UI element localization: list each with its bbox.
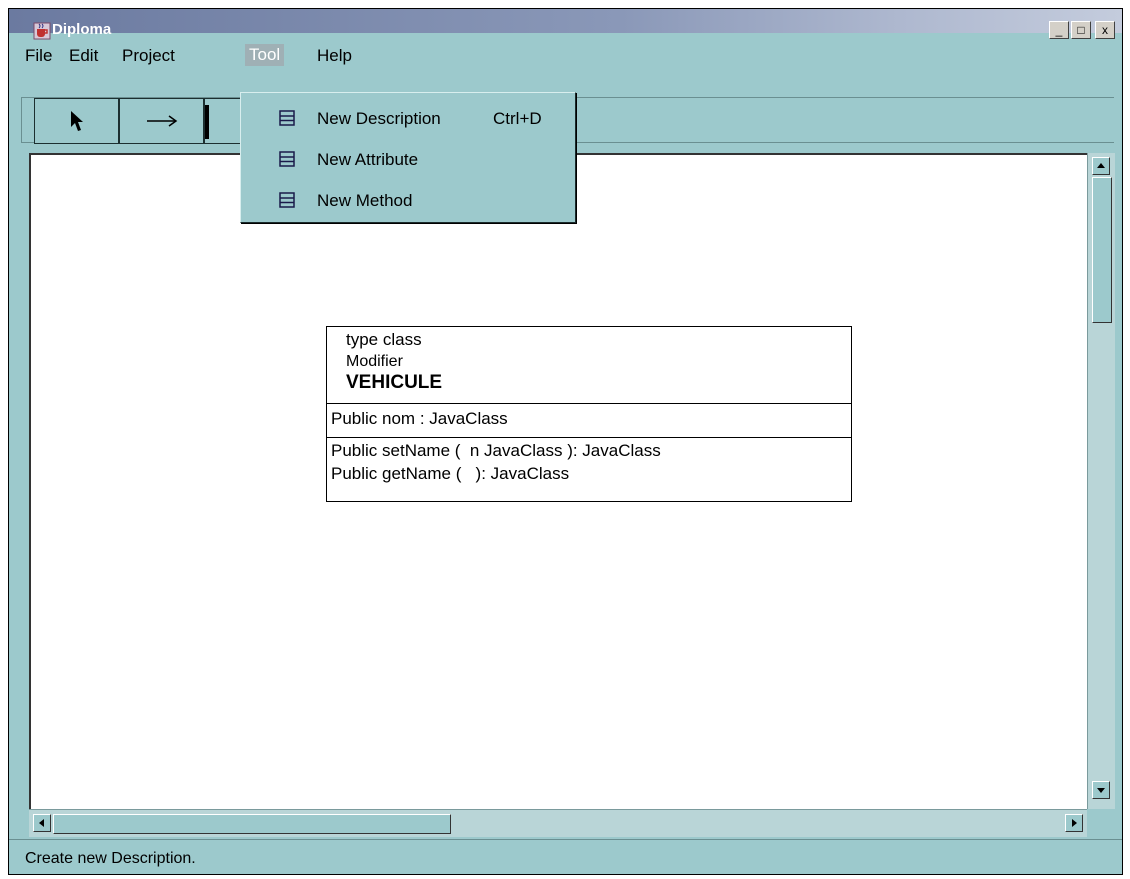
menu-file[interactable]: File (25, 46, 52, 66)
window-title: Diploma (52, 21, 112, 38)
uml-method: Public setName ( n JavaClass ): JavaClas… (331, 441, 661, 460)
list-icon (279, 192, 295, 208)
scroll-up-button[interactable] (1092, 157, 1110, 175)
uml-modifier-line: Modifier (346, 353, 403, 370)
right-arrow-icon (146, 115, 177, 127)
horizontal-scroll-thumb[interactable] (53, 814, 451, 834)
uml-class-name: VEHICULE (346, 372, 443, 393)
vertical-scrollbar[interactable] (1087, 153, 1115, 809)
maximize-button[interactable]: □ (1071, 21, 1091, 39)
scroll-down-button[interactable] (1092, 781, 1110, 799)
class-tool-button[interactable] (204, 98, 244, 144)
triangle-right-icon (1072, 819, 1077, 827)
menu-project[interactable]: Project (122, 46, 175, 66)
close-button[interactable]: x (1095, 21, 1115, 39)
uml-methods-section: Public setName ( n JavaClass ): JavaClas… (327, 438, 851, 502)
scroll-left-button[interactable] (33, 814, 51, 832)
triangle-down-icon (1097, 788, 1105, 793)
menu-bar: File Edit Project Tool Help (9, 41, 1122, 67)
uml-attribute: Public nom : JavaClass (331, 409, 508, 428)
uml-type-line: type class (346, 330, 422, 349)
menu-item-label: New Attribute (317, 150, 419, 169)
uml-class-header: type class Modifier VEHICULE (327, 327, 851, 404)
java-cup-icon (33, 22, 51, 40)
menu-edit[interactable]: Edit (69, 46, 98, 66)
uml-attributes-section: Public nom : JavaClass (327, 404, 851, 438)
menu-item-label: New Method (317, 191, 413, 210)
uml-method: Public getName ( ): JavaClass (331, 464, 570, 483)
uml-class-box[interactable]: type class Modifier VEHICULE Public nom … (326, 326, 852, 502)
scroll-right-button[interactable] (1065, 814, 1083, 832)
menu-item-new-method[interactable]: New Method (241, 181, 575, 219)
select-tool-button[interactable] (34, 98, 119, 144)
menu-item-new-attribute[interactable]: New Attribute (241, 140, 575, 178)
menu-item-label: New Description (317, 109, 441, 128)
menu-help[interactable]: Help (317, 46, 352, 66)
title-bar[interactable] (9, 9, 1122, 33)
triangle-up-icon (1097, 163, 1105, 168)
triangle-left-icon (39, 819, 44, 827)
menu-item-new-description[interactable]: New Description Ctrl+D (241, 99, 575, 137)
vertical-scroll-thumb[interactable] (1092, 177, 1112, 323)
tool-menu-dropdown: New Description Ctrl+D New Attribute New… (240, 92, 576, 223)
status-text: Create new Description. (25, 850, 196, 867)
list-icon (279, 151, 295, 167)
arrow-pointer-icon (70, 111, 83, 131)
menu-item-accelerator: Ctrl+D (493, 109, 542, 128)
horizontal-scrollbar[interactable] (29, 809, 1087, 837)
minimize-button[interactable]: _ (1049, 21, 1069, 39)
menu-tool[interactable]: Tool (245, 44, 285, 66)
list-icon (279, 110, 295, 126)
association-tool-button[interactable] (119, 98, 204, 144)
class-tool-icon (205, 105, 209, 139)
status-bar: Create new Description. (9, 839, 1122, 875)
